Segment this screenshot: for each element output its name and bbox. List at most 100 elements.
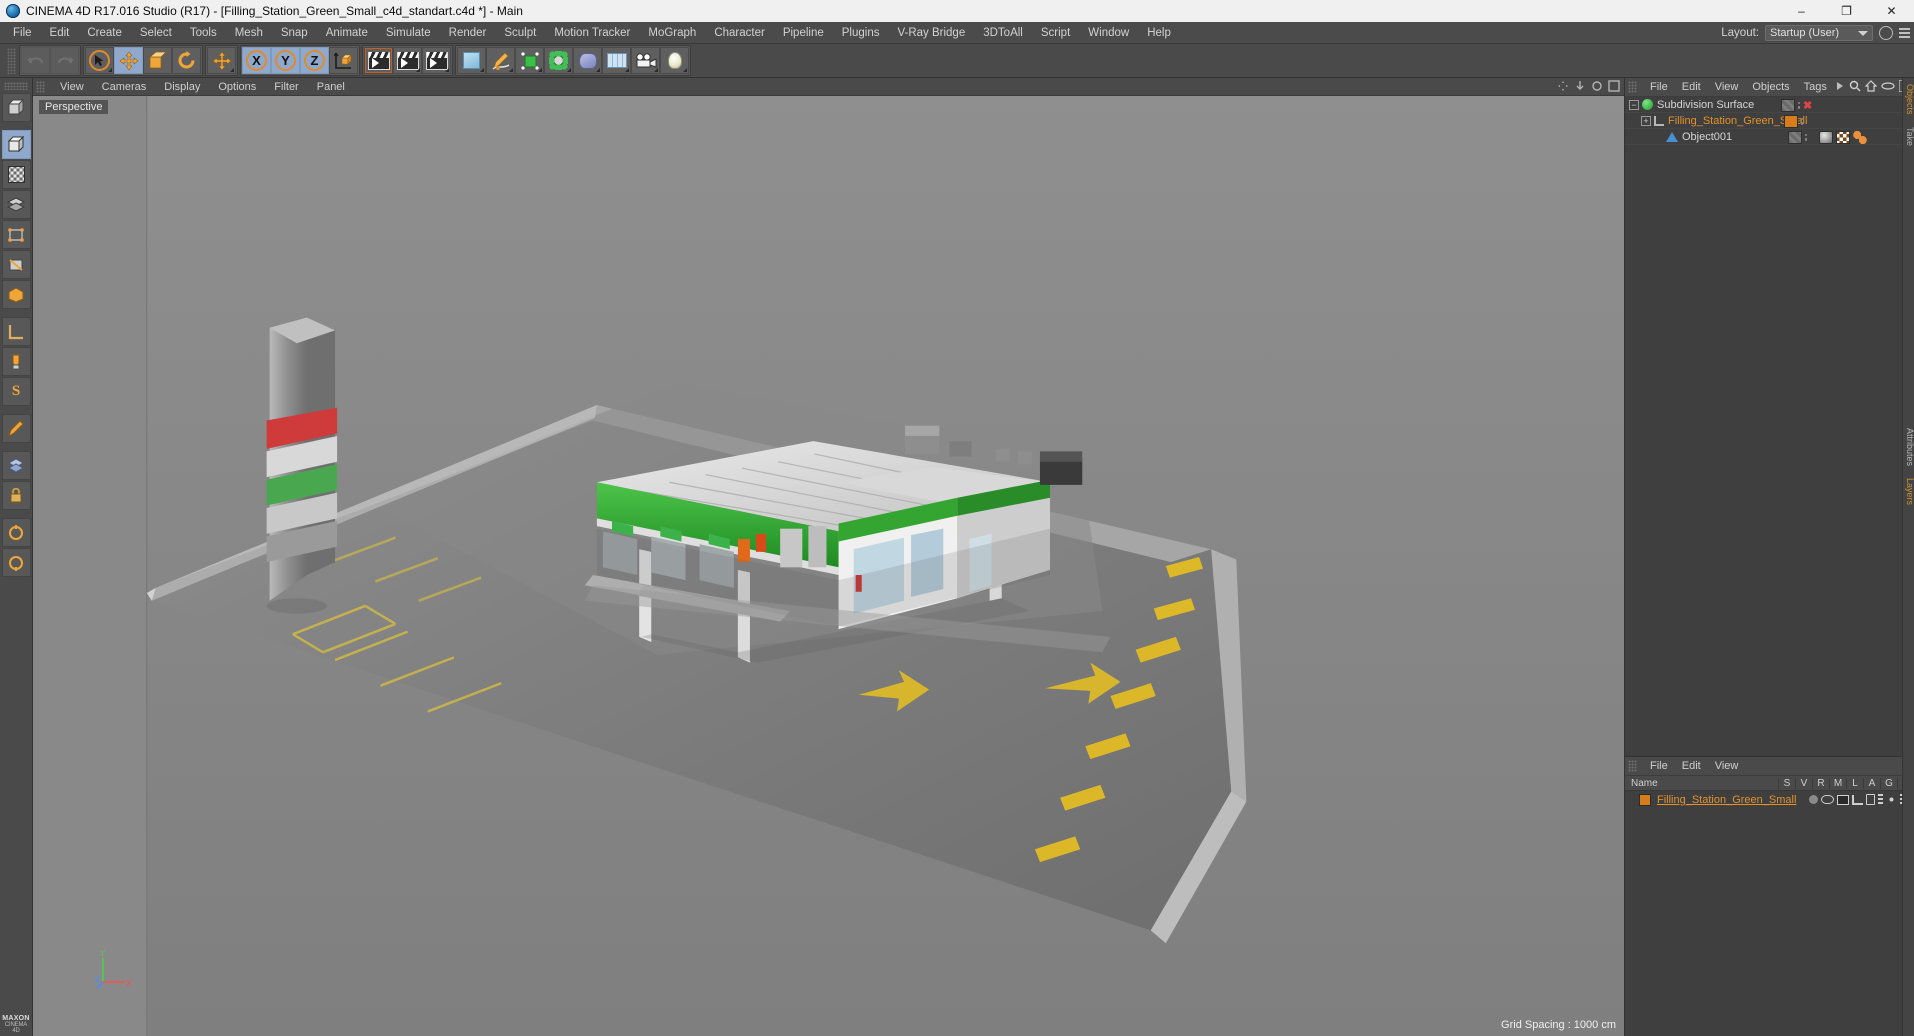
menu-mesh[interactable]: Mesh [226,23,272,43]
rotate-tool[interactable] [172,47,201,74]
tag-dots[interactable] [1804,133,1807,141]
layers-mode-button[interactable] [1,190,31,219]
menu-script[interactable]: Script [1032,23,1079,43]
column-s[interactable]: S [1778,777,1795,789]
tag-dots[interactable] [1800,117,1803,125]
workplane-button[interactable]: S [1,377,31,406]
menu-animate[interactable]: Animate [317,23,377,43]
menu-plugins[interactable]: Plugins [833,23,889,43]
layer-color-swatch[interactable] [1639,793,1651,806]
expand-collapse-icon[interactable]: − [1629,99,1639,110]
viewport-config-button[interactable] [1,518,31,547]
tag-chip-diag[interactable] [1787,130,1802,144]
lm-menu-view[interactable]: View [1708,760,1746,772]
overflow-arrow-icon[interactable] [1836,81,1845,91]
side-tab-objects[interactable]: Objects [1903,78,1914,121]
solo-toggle-icon[interactable] [1809,795,1818,804]
nurbs-button[interactable] [515,47,544,74]
menu-render[interactable]: Render [440,23,496,43]
redo-button[interactable] [50,47,79,74]
column-l[interactable]: L [1846,777,1863,789]
menu-motion-tracker[interactable]: Motion Tracker [545,23,639,43]
layer-row[interactable]: Filling_Station_Green_Small [1625,791,1914,808]
lm-menu-file[interactable]: File [1643,760,1675,772]
viewport-menu-filter[interactable]: Filter [265,81,307,93]
om-menu-edit[interactable]: Edit [1675,81,1708,93]
manager-toggle-icon[interactable] [1852,794,1863,805]
search-icon[interactable] [1879,26,1893,40]
menu-mograph[interactable]: MoGraph [639,23,705,43]
enable-snap-button[interactable] [1,347,31,376]
visible-toggle-icon[interactable] [1821,795,1834,804]
viewport-grip[interactable] [36,80,45,93]
menu-file[interactable]: File [4,23,41,43]
object-row-subdivision-surface[interactable]: − Subdivision Surface ✖ [1625,97,1914,113]
menu-pipeline[interactable]: Pipeline [774,23,833,43]
render-region-button[interactable] [393,47,422,74]
om-menu-view[interactable]: View [1708,81,1746,93]
make-editable-button[interactable] [1,93,31,122]
lock-toggle-icon[interactable] [1866,794,1875,805]
deformer-button[interactable] [573,47,602,74]
viewport-menu-display[interactable]: Display [155,81,209,93]
object-row-filling-station[interactable]: + Filling_Station_Green_Small [1625,113,1914,129]
minimize-button[interactable]: – [1779,0,1824,22]
expand-icon[interactable]: + [1641,115,1651,126]
menu-tools[interactable]: Tools [181,23,226,43]
disabled-marker-icon[interactable]: ✖ [1803,99,1847,112]
selection-tag-icon[interactable] [1853,130,1867,144]
menu-help[interactable]: Help [1138,23,1180,43]
menu-select[interactable]: Select [131,23,181,43]
menu-sculpt[interactable]: Sculpt [495,23,545,43]
viewport-solo-button[interactable] [1,451,31,480]
layout-dropdown[interactable]: Startup (User) [1765,25,1873,41]
menu-edit[interactable]: Edit [41,23,79,43]
camera-button[interactable] [631,47,660,74]
rotate-view-icon[interactable] [1591,80,1603,92]
viewport-menu-panel[interactable]: Panel [308,81,354,93]
layer-color-chip[interactable] [1783,114,1798,128]
column-g[interactable]: G [1880,777,1897,789]
model-mode-button[interactable] [1,130,31,159]
render-settings-button[interactable] [422,47,451,74]
undo-button[interactable] [21,47,50,74]
om-menu-objects[interactable]: Objects [1745,81,1796,93]
viewport-reset-button[interactable] [1,548,31,577]
mograph-button[interactable] [544,47,573,74]
edges-mode-button[interactable] [1,250,31,279]
column-r[interactable]: R [1812,777,1829,789]
render-toggle-icon[interactable] [1837,794,1849,805]
polygons-mode-button[interactable] [1,280,31,309]
generators-toggle-icon[interactable] [1886,794,1897,805]
side-tab-attributes[interactable]: Attributes [1903,422,1914,472]
menu-character[interactable]: Character [705,23,774,43]
cube-primitive-button[interactable] [457,47,486,74]
material-tag-icon[interactable] [1819,130,1833,144]
floor-button[interactable] [602,47,631,74]
maximize-view-icon[interactable] [1608,80,1620,92]
viewport-menu-cameras[interactable]: Cameras [93,81,156,93]
layer-manager-grip[interactable] [1628,760,1637,772]
left-palette-grip[interactable] [4,82,28,90]
live-selection-tool[interactable] [85,47,114,74]
texture-tag-icon[interactable] [1836,130,1850,144]
viewport-menu-view[interactable]: View [51,81,93,93]
axis-x-button[interactable]: X [242,47,271,74]
viewport-menu-options[interactable]: Options [209,81,265,93]
texture-mode-button[interactable] [1,160,31,189]
menu-simulate[interactable]: Simulate [377,23,440,43]
side-tab-layers[interactable]: Layers [1903,472,1914,511]
column-m[interactable]: M [1829,777,1846,789]
tag-chip-diag[interactable] [1780,98,1795,112]
eye-icon[interactable] [1881,81,1895,91]
animation-toggle-icon[interactable] [1878,794,1883,805]
axis-y-button[interactable]: Y [271,47,300,74]
move-alt-tool[interactable] [207,47,236,74]
menu-vray-bridge[interactable]: V-Ray Bridge [888,23,974,43]
menu-overflow-icon[interactable] [1899,28,1910,38]
zoom-icon[interactable] [1574,80,1586,92]
om-menu-file[interactable]: File [1643,81,1675,93]
object-row-object001[interactable]: Object001 [1625,129,1914,145]
scale-tool[interactable] [143,47,172,74]
points-mode-button[interactable] [1,220,31,249]
